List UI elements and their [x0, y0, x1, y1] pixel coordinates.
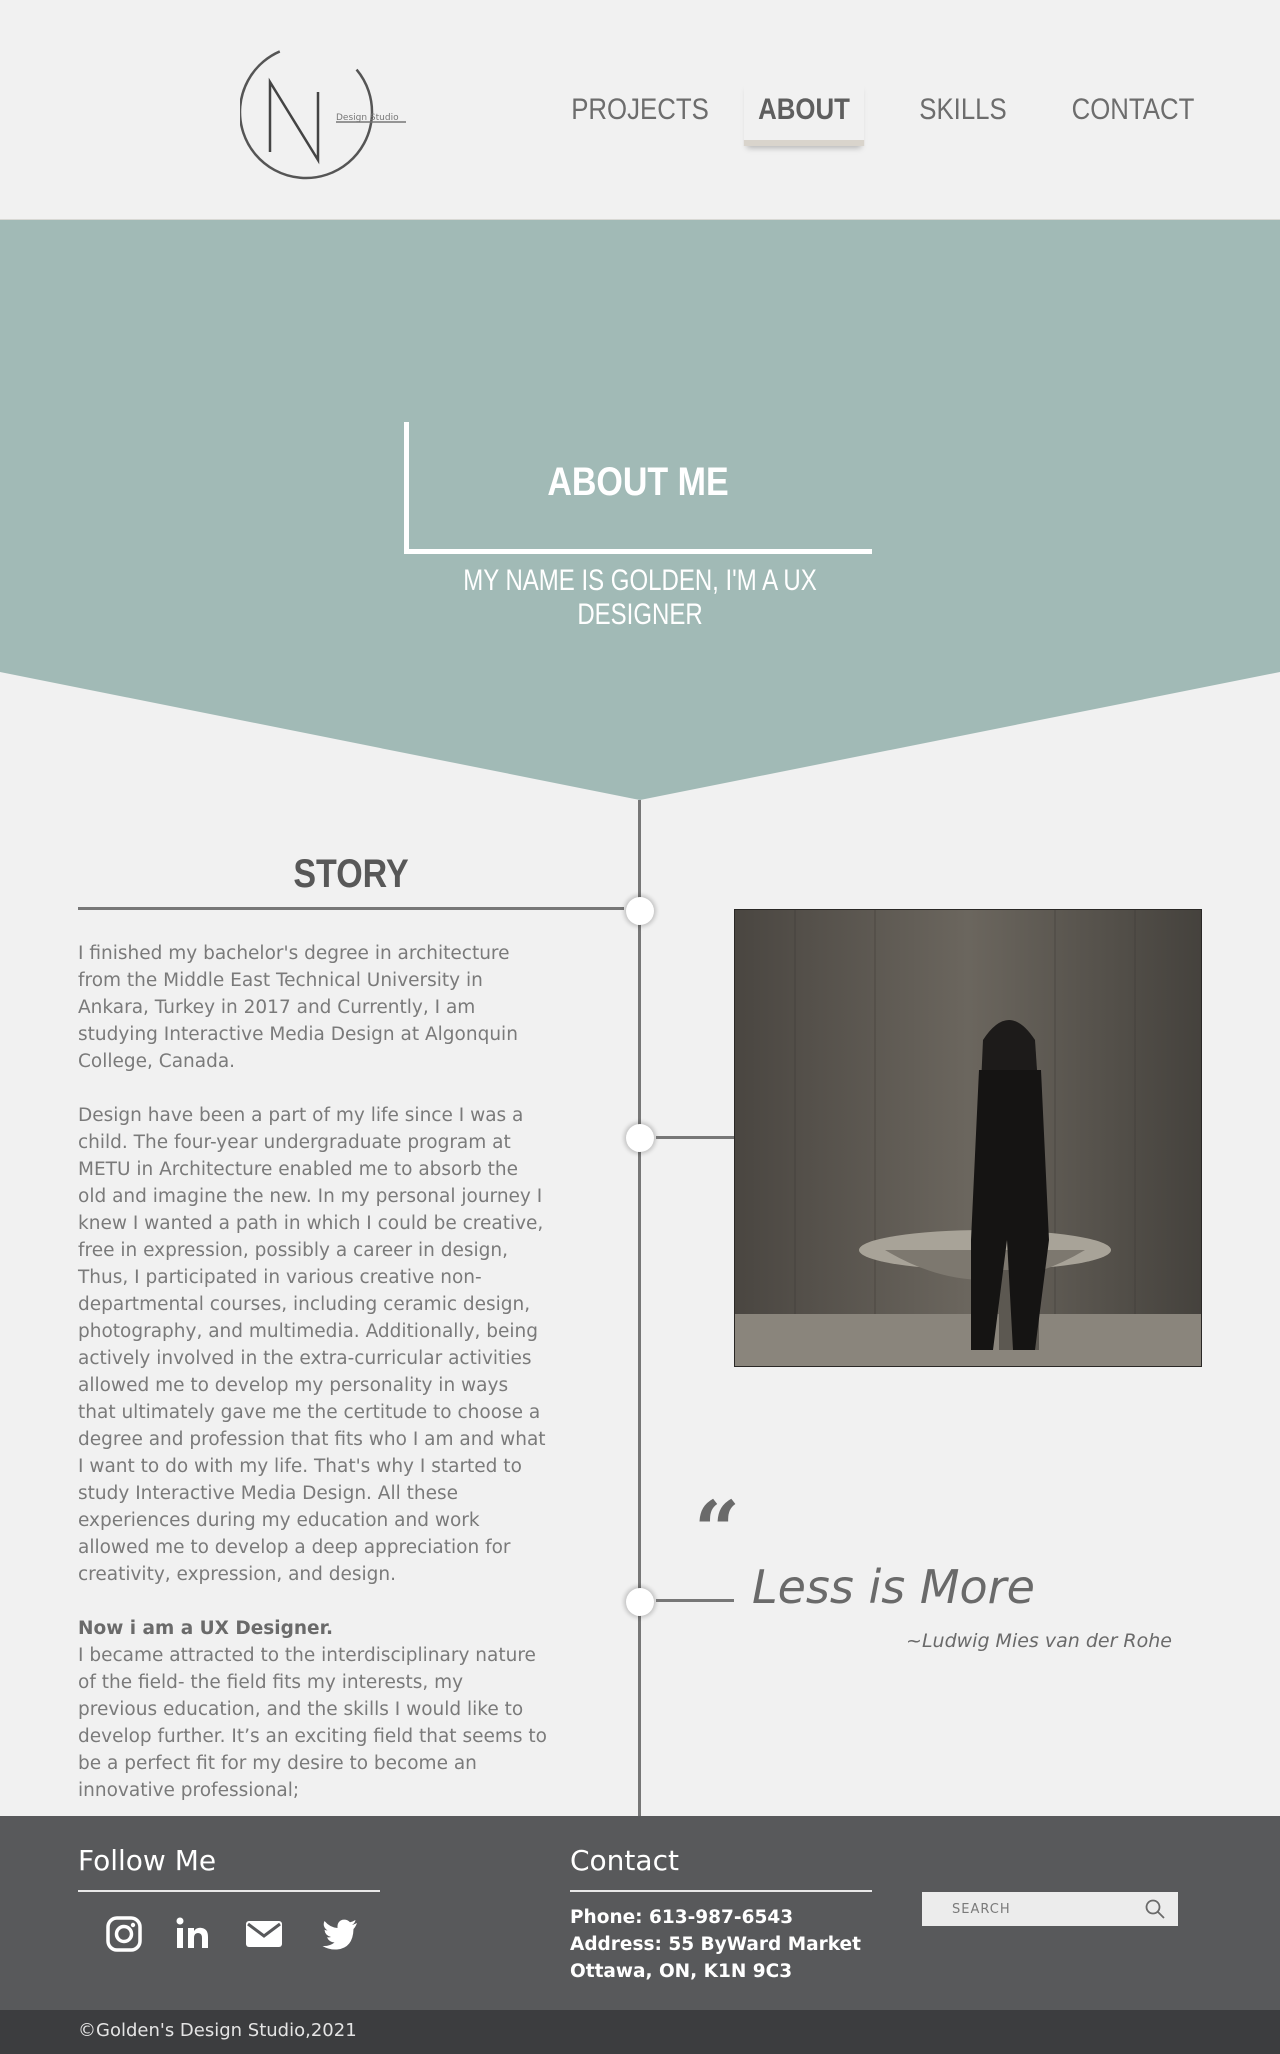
quote-icon: “: [694, 1483, 741, 1577]
site-header: Design Studio PROJECTS ABOUT SKILLS CONT…: [0, 0, 1280, 221]
main-nav: PROJECTS ABOUT SKILLS CONTACT: [560, 80, 1200, 150]
quote-text: Less is More: [752, 1560, 1035, 1614]
contact-divider: [570, 1890, 872, 1892]
photo-connector: [656, 1136, 734, 1139]
contact-details: Phone: 613-987-6543 Address: 55 ByWard M…: [570, 1904, 861, 1985]
story-paragraph: I finished my bachelor's degree in archi…: [78, 943, 518, 1072]
search-icon[interactable]: [1144, 1898, 1166, 1920]
nav-skills[interactable]: SKILLS: [899, 80, 1028, 140]
copyright-text: ©Golden's Design Studio,2021: [78, 2020, 357, 2041]
studio-logo[interactable]: Design Studio: [240, 42, 410, 182]
timeline-dot: [626, 1124, 654, 1152]
story-divider: [78, 907, 624, 910]
contact-city: Ottawa, ON, K1N 9C3: [570, 1961, 793, 1982]
search-box: [922, 1892, 1178, 1926]
portrait-photo: [734, 909, 1202, 1367]
timeline-dot: [626, 1588, 654, 1616]
nav-contact[interactable]: CONTACT: [1060, 80, 1206, 140]
story-subheading: Now i am a UX Designer.: [78, 1618, 334, 1639]
page-subtitle: MY NAME IS GOLDEN, I'M A UX DESIGNER: [463, 564, 817, 631]
story-text: I finished my bachelor's degree in archi…: [78, 940, 548, 1831]
instagram-icon[interactable]: [104, 1914, 144, 1954]
timeline-line: [638, 800, 641, 1816]
quote-author: ~Ludwig Mies van der Rohe: [906, 1630, 1172, 1652]
contact-address: Address: 55 ByWard Market: [570, 1934, 861, 1955]
nav-about[interactable]: ABOUT: [743, 80, 865, 146]
follow-heading: Follow Me: [78, 1844, 217, 1877]
story-paragraph: I became attracted to the interdisciplin…: [78, 1645, 547, 1801]
search-input[interactable]: [922, 1892, 1132, 1926]
mail-icon[interactable]: [244, 1914, 284, 1954]
story-paragraph: Design have been a part of my life since…: [78, 1105, 546, 1585]
page-title: ABOUT ME: [547, 460, 729, 504]
nav-projects[interactable]: PROJECTS: [571, 80, 709, 140]
timeline-dot: [626, 897, 654, 925]
quote-connector: [656, 1599, 734, 1602]
contact-heading: Contact: [570, 1844, 679, 1877]
logo-text: Design Studio: [336, 113, 399, 123]
twitter-icon[interactable]: [320, 1914, 360, 1954]
contact-phone: Phone: 613-987-6543: [570, 1907, 794, 1928]
follow-divider: [78, 1890, 380, 1892]
linkedin-icon[interactable]: [172, 1914, 212, 1954]
site-footer: Follow Me Contact Phone: 613-987-6543 Ad…: [0, 1816, 1280, 2010]
copyright-bar: ©Golden's Design Studio,2021: [0, 2010, 1280, 2054]
hero-banner: ABOUT ME MY NAME IS GOLDEN, I'M A UX DES…: [0, 220, 1280, 800]
story-heading: STORY: [293, 852, 409, 896]
